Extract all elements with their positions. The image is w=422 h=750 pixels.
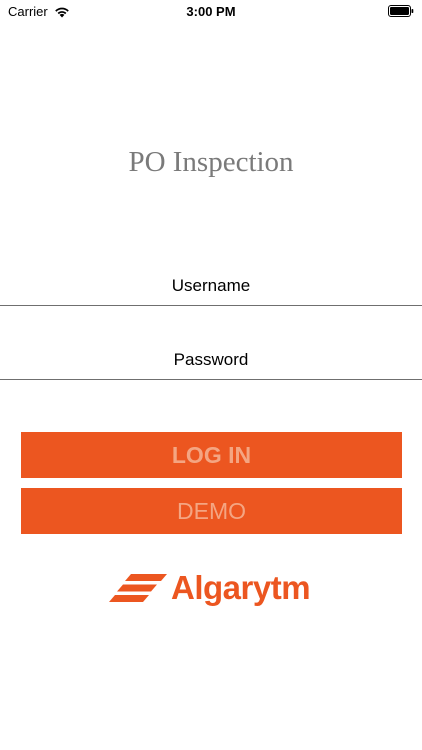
login-screen: Carrier 3:00 PM PO Inspection LOG IN DEM…	[0, 0, 422, 750]
algarytm-logo-mark-icon	[109, 574, 167, 602]
login-button[interactable]: LOG IN	[21, 432, 402, 478]
page-title: PO Inspection	[128, 146, 294, 178]
brand-logo: Algarytm	[109, 568, 315, 608]
battery-icon	[388, 5, 414, 17]
status-bar: Carrier 3:00 PM	[0, 0, 422, 22]
status-time: 3:00 PM	[186, 4, 236, 19]
username-field[interactable]	[0, 266, 422, 306]
logo-text: Algarytm	[171, 569, 311, 606]
demo-button[interactable]: DEMO	[21, 488, 402, 534]
password-field[interactable]	[0, 340, 422, 380]
